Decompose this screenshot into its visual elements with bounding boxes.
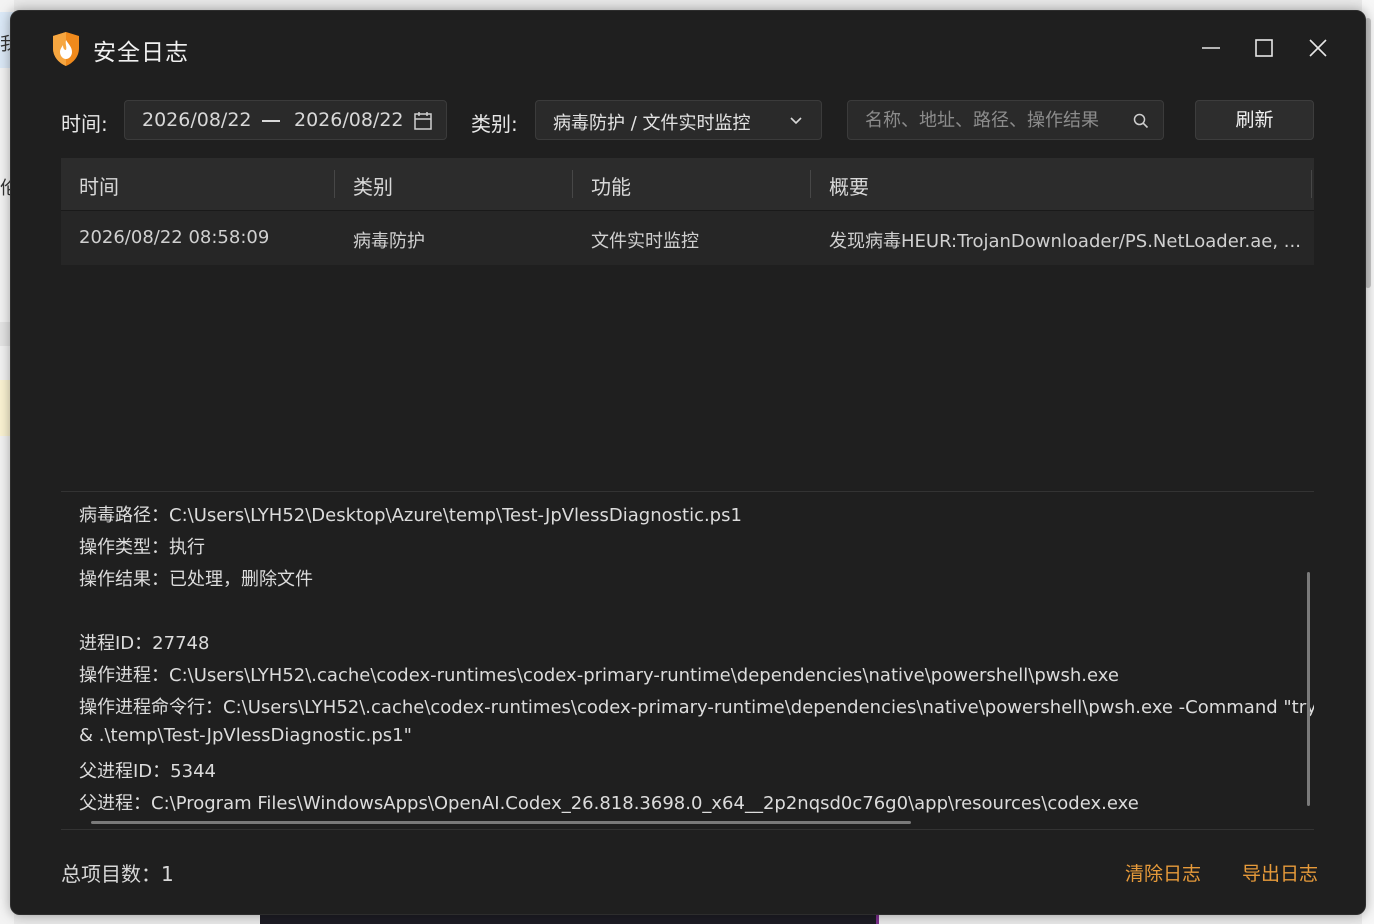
- cell-time: 2026/08/22 08:58:09: [79, 227, 270, 248]
- detail-parent-process-id: 父进程ID：5344: [79, 761, 216, 782]
- close-icon: [1309, 39, 1327, 57]
- column-header-function[interactable]: 功能: [591, 171, 631, 200]
- date-start[interactable]: 2026/08/22: [142, 109, 252, 131]
- search-field[interactable]: [847, 100, 1164, 140]
- detail-operation-result: 操作结果：已处理，删除文件: [79, 569, 313, 590]
- minimize-icon: [1202, 47, 1220, 49]
- filter-toolbar: 时间: 2026/08/22 2026/08/22 类别: 病毒防护 / 文件实…: [11, 100, 1365, 142]
- column-resize-handle[interactable]: [810, 170, 811, 198]
- date-range-picker[interactable]: 2026/08/22 2026/08/22: [124, 100, 447, 140]
- cell-category: 病毒防护: [353, 231, 425, 252]
- detail-process-commandline: 操作进程命令行：C:\Users\LYH52\.cache\codex-runt…: [79, 697, 1314, 718]
- column-header-category[interactable]: 类别: [353, 171, 393, 200]
- cell-summary: 发现病毒HEUR:TrojanDownloader/PS.NetLoader.a…: [829, 231, 1301, 252]
- total-count-value: 1: [161, 862, 174, 886]
- refresh-button[interactable]: 刷新: [1195, 100, 1314, 140]
- clear-log-button[interactable]: 清除日志: [1125, 859, 1201, 886]
- column-header-time[interactable]: 时间: [79, 171, 119, 200]
- table-row[interactable]: 2026/08/22 08:58:09 病毒防护 文件实时监控 发现病毒HEUR…: [61, 211, 1314, 265]
- log-table: 时间 类别 功能 概要 2026/08/22 08:58:09 病毒防护 文件实…: [61, 158, 1314, 265]
- export-log-button[interactable]: 导出日志: [1242, 859, 1318, 886]
- category-label: 类别:: [471, 112, 518, 136]
- column-header-summary[interactable]: 概要: [829, 171, 869, 200]
- chevron-down-icon: [790, 117, 802, 125]
- column-resize-handle[interactable]: [334, 170, 335, 198]
- maximize-icon: [1255, 39, 1273, 57]
- date-range-separator: [262, 120, 280, 122]
- search-input[interactable]: [848, 101, 1135, 139]
- column-resize-handle[interactable]: [1311, 170, 1312, 198]
- detail-operation-type: 操作类型：执行: [79, 537, 205, 558]
- search-icon[interactable]: [1132, 112, 1150, 130]
- date-end[interactable]: 2026/08/22: [294, 109, 404, 131]
- detail-horizontal-scrollbar[interactable]: [91, 821, 911, 824]
- minimize-button[interactable]: [1196, 33, 1226, 63]
- window-title: 安全日志: [93, 40, 189, 66]
- total-count-label: 总项目数：: [61, 862, 161, 886]
- close-button[interactable]: [1303, 33, 1333, 63]
- table-header: 时间 类别 功能 概要: [61, 158, 1314, 211]
- title-bar: 安全日志: [11, 11, 1365, 87]
- shield-flame-icon: [53, 32, 79, 66]
- calendar-icon[interactable]: [413, 111, 433, 131]
- time-label: 时间:: [61, 112, 108, 136]
- column-resize-handle[interactable]: [572, 170, 573, 198]
- detail-virus-path: 病毒路径：C:\Users\LYH52\Desktop\Azure\temp\T…: [79, 505, 742, 526]
- category-selected-value: 病毒防护 / 文件实时监控: [553, 113, 751, 134]
- detail-process-id: 进程ID：27748: [79, 633, 210, 654]
- total-count: 总项目数：1: [61, 858, 174, 887]
- maximize-button[interactable]: [1249, 33, 1279, 63]
- detail-parent-process: 父进程：C:\Program Files\WindowsApps\OpenAI.…: [79, 793, 1139, 814]
- cell-function: 文件实时监控: [591, 231, 699, 252]
- detail-process-path: 操作进程：C:\Users\LYH52\.cache\codex-runtime…: [79, 665, 1119, 686]
- security-log-window: 安全日志 时间: 2026/08/22 2026/08/22 类别: 病毒防护 …: [10, 10, 1366, 915]
- detail-panel: 病毒路径：C:\Users\LYH52\Desktop\Azure\temp\T…: [61, 491, 1314, 830]
- detail-vertical-scrollbar[interactable]: [1307, 572, 1310, 806]
- category-select[interactable]: 病毒防护 / 文件实时监控: [535, 100, 822, 140]
- detail-process-commandline-cont: & .\temp\Test-JpVlessDiagnostic.ps1": [79, 725, 412, 746]
